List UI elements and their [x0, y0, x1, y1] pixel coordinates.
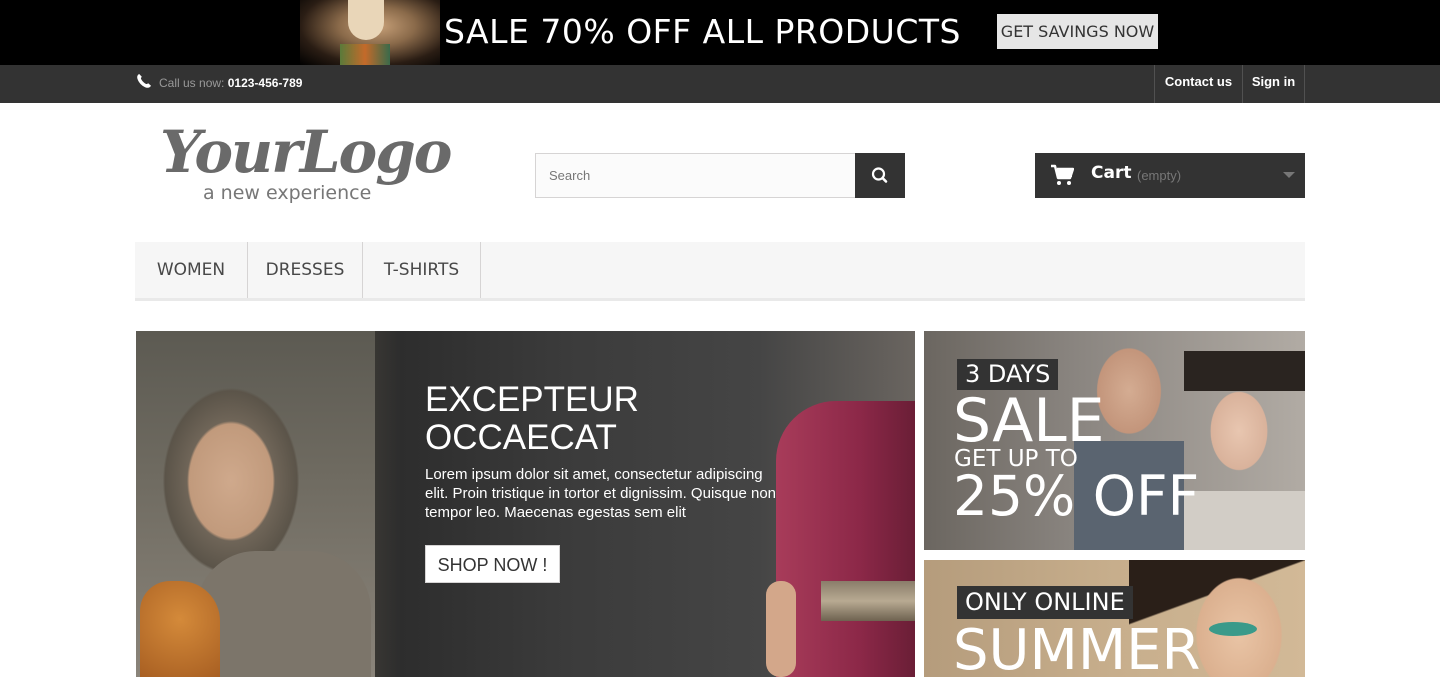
hero-scarf-shape [196, 551, 371, 677]
call-us-text: Call us now: 0123-456-789 [159, 76, 302, 90]
get-savings-button[interactable]: GET SAVINGS NOW [997, 14, 1158, 49]
hero-model-arm [766, 581, 796, 677]
banner-offer: 25% OFF [953, 464, 1200, 528]
banner-woman-image [1184, 351, 1305, 550]
search-icon [871, 167, 888, 183]
cart-button[interactable]: Cart (empty) [1035, 153, 1305, 198]
logo-wordmark: YourLogo [160, 118, 452, 186]
cart-label: Cart [1091, 163, 1132, 183]
hero-slider[interactable]: EXCEPTEUR OCCAECAT Lorem ipsum dolor sit… [136, 331, 915, 677]
hero-text: Lorem ipsum dolor sit amet, consectetur … [425, 466, 776, 521]
hero-model-dress [776, 401, 915, 677]
promo-model-image [300, 0, 440, 65]
banner-eye-makeup [1209, 622, 1257, 636]
cart-status: (empty) [1137, 168, 1182, 183]
banner-online-tag: ONLY ONLINE [957, 586, 1133, 619]
shop-now-button[interactable]: SHOP NOW ! [425, 545, 560, 583]
promo-banner[interactable]: SALE 70% OFF ALL PRODUCTS GET SAVINGS NO… [0, 0, 1440, 65]
contact-us-link[interactable]: Contact us [1154, 65, 1242, 103]
hero-model-belt [821, 581, 915, 621]
promo-headline: SALE 70% OFF ALL PRODUCTS [444, 12, 961, 51]
menu-item-t-shirts[interactable]: T-SHIRTS [363, 242, 481, 298]
site-logo[interactable]: YourLogo a new experience [160, 118, 452, 209]
hero-mitten-shape [140, 581, 220, 677]
search-button[interactable] [855, 153, 905, 198]
hero-title: EXCEPTEUR OCCAECAT [425, 380, 639, 457]
sign-in-link[interactable]: Sign in [1242, 65, 1305, 103]
logo-tagline: a new experience [203, 182, 372, 204]
main-menu: WOMEN DRESSES T-SHIRTS [135, 242, 1305, 301]
search-input[interactable] [535, 153, 856, 198]
call-us-label: Call us now: [159, 76, 225, 90]
banner-summer-headline: SUMMER [953, 618, 1201, 677]
summer-banner[interactable]: ONLY ONLINE SUMMER [924, 560, 1305, 677]
cart-icon [1051, 164, 1074, 185]
sale-banner[interactable]: 3 DAYS SALE GET UP TO 25% OFF [924, 331, 1305, 550]
phone-number: 0123-456-789 [227, 76, 303, 90]
phone-icon [137, 74, 151, 88]
menu-item-women[interactable]: WOMEN [135, 242, 248, 298]
chevron-down-icon [1283, 172, 1295, 178]
menu-item-dresses[interactable]: DRESSES [248, 242, 363, 298]
